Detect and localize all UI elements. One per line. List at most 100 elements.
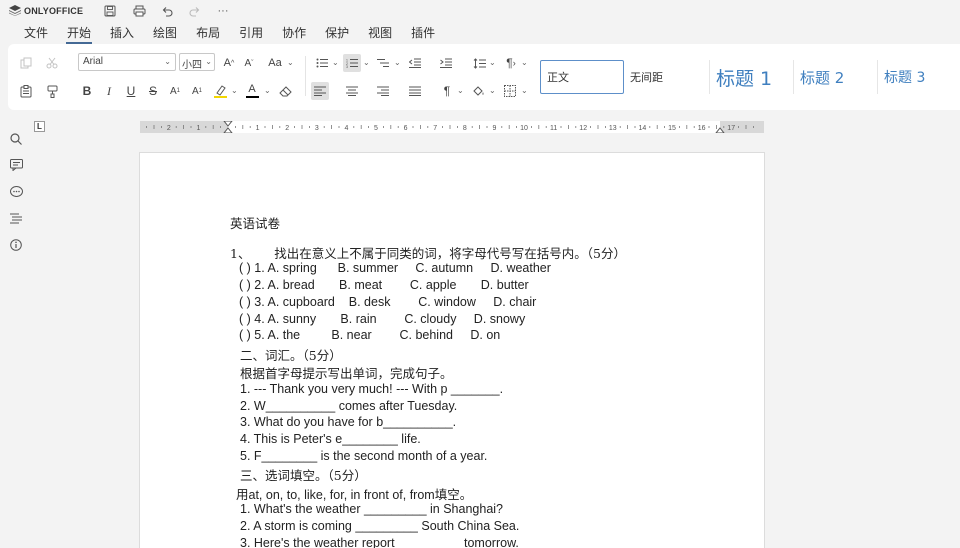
copy-icon[interactable] [17, 54, 35, 72]
document-page[interactable]: 英语试卷 1、 找出在意义上不属于同类的词，将字母代号写在括号内。（5分）( ) … [139, 152, 765, 548]
save-icon[interactable] [101, 3, 119, 19]
font-size-value: 小四 [182, 60, 202, 71]
search-icon[interactable] [8, 131, 24, 147]
chevron-down-icon[interactable]: ⌄ [489, 58, 496, 67]
style-normal[interactable]: 正文 [540, 60, 624, 94]
chevron-down-icon[interactable]: ⌄ [363, 58, 370, 67]
doc-line: 用at, on, to, like, for, in front of, fro… [236, 488, 473, 502]
tab-6[interactable]: 协作 [276, 22, 312, 42]
chevron-down-icon[interactable]: ⌄ [521, 86, 528, 95]
align-right-icon[interactable] [374, 82, 392, 100]
bullets-icon[interactable] [313, 54, 331, 72]
redo-icon[interactable] [186, 3, 204, 19]
paste-icon[interactable] [17, 82, 35, 100]
strikethrough-label: S [148, 84, 157, 98]
onlyoffice-logo-icon [9, 5, 21, 16]
chevron-down-icon[interactable]: ⌄ [231, 86, 238, 95]
style-no-spacing[interactable]: 无间距 [624, 60, 710, 94]
ruler-number: 13 [609, 125, 617, 132]
chevron-down-icon[interactable]: ⌄ [457, 86, 464, 95]
underline-label: U [126, 84, 136, 98]
tab-3[interactable]: 绘图 [147, 22, 183, 42]
tab-1[interactable]: 开始 [61, 22, 97, 44]
more-icon[interactable]: ··· [214, 3, 232, 19]
tab-0[interactable]: 文件 [18, 22, 54, 42]
tab-7[interactable]: 保护 [319, 22, 355, 42]
increase-font-label: A [223, 57, 232, 69]
decrease-font-label: A [244, 57, 252, 69]
decrease-indent-icon[interactable] [406, 54, 424, 72]
doc-line: 3. Here's the weather report tomorrow. [240, 536, 519, 548]
clear-formatting-icon[interactable] [276, 82, 294, 100]
indent-marker[interactable] [223, 121, 233, 133]
app-logo: ONLYOFFICE [9, 5, 83, 16]
style-heading-1-label: 标题 1 [716, 67, 773, 90]
font-color-button[interactable]: A [243, 82, 261, 100]
change-case-button[interactable]: Aa [264, 54, 286, 72]
paragraph-shading-icon[interactable] [469, 82, 487, 100]
tab-8[interactable]: 视图 [362, 22, 398, 42]
superscript-label: A [169, 85, 177, 97]
borders-icon[interactable] [501, 82, 519, 100]
chevron-down-icon[interactable]: ⌄ [489, 86, 496, 95]
strikethrough-button[interactable]: S [144, 82, 162, 100]
styles-gallery: 正文 无间距 标题 1 标题 2 标题 3 [540, 60, 960, 94]
ruler-number: 11 [550, 125, 557, 132]
style-heading-3[interactable]: 标题 3 [878, 60, 960, 94]
tab-9[interactable]: 插件 [405, 22, 441, 42]
comments-icon[interactable] [8, 157, 24, 173]
bold-button[interactable]: B [78, 82, 96, 100]
increase-indent-icon[interactable] [437, 54, 455, 72]
font-name-select[interactable]: Arial ⌄ [78, 53, 176, 71]
bold-label: B [82, 84, 92, 98]
ruler-number: 16 [698, 125, 706, 132]
align-center-icon[interactable] [343, 82, 361, 100]
font-color-swatch [245, 96, 259, 98]
highlight-icon[interactable] [211, 82, 229, 100]
tab-4[interactable]: 布局 [190, 22, 226, 42]
navigation-icon[interactable] [8, 210, 24, 226]
tab-5[interactable]: 引用 [233, 22, 269, 42]
ruler-number: 9 [492, 125, 496, 132]
chat-icon[interactable] [8, 184, 24, 200]
subscript-button[interactable]: A1 [188, 82, 206, 100]
decrease-font-button[interactable]: Aˇ [240, 54, 258, 72]
right-indent-marker[interactable] [715, 127, 725, 133]
horizontal-ruler[interactable]: 2 1 1 2 3 4 5 6 7 8 9 10 11 12 13 14 15 16 17 [140, 121, 764, 133]
italic-button[interactable]: I [100, 82, 118, 100]
ruler-number: 6 [404, 125, 408, 132]
numbering-icon[interactable]: 123 [343, 54, 361, 72]
chevron-down-icon[interactable]: ⌄ [264, 86, 271, 95]
ruler-number: 5 [374, 125, 378, 132]
about-icon[interactable] [8, 237, 24, 253]
section-1-heading: 1、 找出在意义上不属于同类的词，将字母代号写在括号内。（5分） [230, 246, 626, 261]
style-heading-3-label: 标题 3 [884, 70, 926, 86]
superscript-button[interactable]: A1 [166, 82, 184, 100]
cut-icon[interactable] [43, 54, 61, 72]
print-icon[interactable] [130, 3, 148, 19]
tab-stop-selector[interactable]: L [34, 121, 45, 132]
nonprinting-chars-button[interactable]: ¶ [438, 82, 456, 100]
underline-button[interactable]: U [122, 82, 140, 100]
change-case-label: Aa [268, 57, 282, 69]
chevron-down-icon[interactable]: ⌄ [287, 58, 294, 67]
title-bar: ONLYOFFICE ··· [0, 0, 960, 22]
justify-icon[interactable] [406, 82, 424, 100]
font-size-select[interactable]: 小四 ⌄ [179, 53, 215, 71]
chevron-down-icon[interactable]: ⌄ [394, 58, 401, 67]
undo-icon[interactable] [158, 3, 176, 19]
increase-font-button[interactable]: A ^ [220, 54, 238, 72]
multilevel-list-icon[interactable] [374, 54, 392, 72]
chevron-down-icon[interactable]: ⌄ [521, 58, 528, 67]
tab-2[interactable]: 插入 [104, 22, 140, 42]
subscript-label: A [191, 85, 199, 97]
style-heading-1[interactable]: 标题 1 [710, 60, 794, 94]
align-left-icon[interactable] [311, 82, 329, 100]
line-spacing-icon[interactable] [470, 54, 488, 72]
style-normal-label: 正文 [547, 71, 569, 84]
ruler-number: 17 [727, 125, 735, 132]
paragraph-direction-icon[interactable]: ¶ › [502, 54, 520, 72]
chevron-down-icon[interactable]: ⌄ [332, 58, 339, 67]
copy-style-icon[interactable] [43, 82, 61, 100]
style-heading-2[interactable]: 标题 2 [794, 60, 878, 94]
